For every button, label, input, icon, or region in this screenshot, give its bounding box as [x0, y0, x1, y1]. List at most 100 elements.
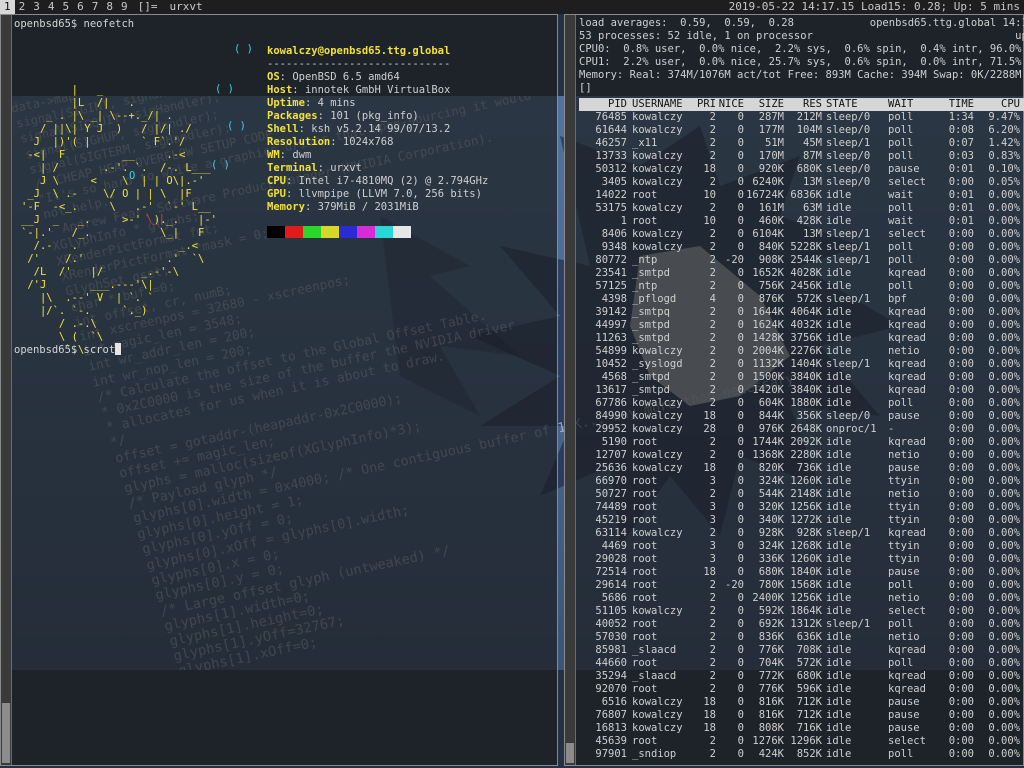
- table-cell: 0:00: [948, 670, 974, 682]
- table-row: 53175 kowalczy 2 0 161M 63M idle poll 0:01 0.00%f…: [579, 202, 1024, 215]
- table-cell: poll: [888, 241, 914, 253]
- sysinfo-label: Memory: [267, 201, 305, 213]
- table-cell: idle: [826, 267, 852, 279]
- terminal-window-right[interactable]: load averages: 0.59, 0.59, 0.28 openbsd6…: [564, 14, 1024, 766]
- table-cell: 0: [737, 670, 744, 682]
- table-cell: 57125: [595, 280, 627, 292]
- logo-line: / .-.\: [21, 318, 97, 330]
- table-cell: 0: [737, 150, 744, 162]
- table-cell: 0:00: [948, 579, 974, 591]
- tag-4[interactable]: 4: [44, 0, 59, 14]
- table-cell: 2: [709, 254, 716, 266]
- table-cell: 0.00%: [988, 709, 1020, 721]
- table-cell: 3840K: [790, 371, 822, 383]
- table-cell: fire: [1020, 202, 1024, 215]
- tag-9[interactable]: 9: [117, 0, 132, 14]
- table-cell: 18: [703, 722, 716, 734]
- layout-indicator[interactable]: []=: [132, 0, 164, 14]
- table-row: 63114 kowalczy 2 0 928K 928K sleep/1 kqread 0:00…: [579, 527, 1024, 540]
- logo-bubble: ( ): [227, 120, 246, 132]
- top-summary-line: Memory: Real: 374M/1076M act/tot Free: 8…: [579, 69, 1022, 81]
- table-cell: 104M: [796, 124, 822, 136]
- table-cell: 0: [737, 280, 744, 292]
- table-cell: idle: [826, 488, 852, 500]
- table-cell: 544K: [758, 488, 784, 500]
- table-cell: 592K: [758, 605, 784, 617]
- table-cell: 2456K: [790, 280, 822, 292]
- table-cell: sleep/0: [826, 124, 871, 136]
- table-cell: 0: [737, 644, 744, 656]
- color-swatch: [393, 226, 411, 238]
- table-cell: 0.00%: [988, 488, 1020, 500]
- table-cell: idle: [826, 514, 852, 526]
- scrollbar[interactable]: [1, 15, 12, 765]
- table-cell: kqread: [888, 332, 926, 344]
- table-cell: root: [632, 566, 658, 578]
- sysinfo-value: 4 mins: [317, 97, 356, 109]
- table-cell: select: [888, 228, 926, 240]
- table-cell: 0:00: [948, 618, 974, 630]
- table-cell: select: [888, 605, 926, 617]
- tag-6[interactable]: 6: [73, 0, 88, 14]
- sysinfo-row: OS: OpenBSD 6.5 amd64: [267, 71, 488, 84]
- prompt-line[interactable]: openbsd65$ scrot: [14, 343, 122, 357]
- scrollbar-thumb[interactable]: [2, 703, 10, 763]
- table-cell: 6.20%: [988, 124, 1020, 136]
- table-row: 25636 kowalczy 18 0 820K 736K idle pause 0:00 0.0…: [579, 462, 1024, 475]
- table-cell: 324K: [758, 475, 784, 487]
- tag-7[interactable]: 7: [88, 0, 103, 14]
- tag-5[interactable]: 5: [59, 0, 74, 14]
- table-cell: 680K: [758, 566, 784, 578]
- table-cell: 0:00: [948, 384, 974, 396]
- table-cell: 0:01: [948, 163, 974, 175]
- table-cell: 424K: [758, 748, 784, 760]
- tag-8[interactable]: 8: [102, 0, 117, 14]
- table-cell: 0.00%: [988, 215, 1020, 227]
- terminal-window-left[interactable]: openbsd65$ neofetch | _ |L /| . _ . |\ _…: [0, 14, 558, 766]
- top-summary-line: 53 processes: 52 idle, 1 on processor up…: [579, 30, 1024, 42]
- table-cell: sleep/1: [826, 254, 871, 266]
- table-cell: 76485: [595, 111, 627, 123]
- sysinfo-label: Uptime: [267, 97, 305, 109]
- table-row: 23541 _smtpd 2 0 1652K 4028K idle kqread 0:00 0.0…: [579, 267, 1024, 280]
- table-row: 29614 root 2 -20 780K 1568K idle poll 0:00 0.00%n…: [579, 579, 1024, 592]
- tag-3[interactable]: 3: [29, 0, 44, 14]
- table-cell: 0: [737, 241, 744, 253]
- table-cell: 0: [737, 436, 744, 448]
- table-cell: idle: [826, 280, 852, 292]
- table-cell: 0.00%: [988, 254, 1020, 266]
- table-cell: wait: [888, 215, 914, 227]
- table-cell: 2: [709, 748, 716, 760]
- table-row: 40052 root 2 0 692K 1312K sleep/1 poll 0:00 0.00%…: [579, 618, 1024, 631]
- table-cell: 0: [737, 345, 744, 357]
- logo-line: | / .-'. `. /-. L___: [21, 162, 211, 174]
- logo-line: |\ .--' V | `. `: [21, 292, 154, 304]
- table-cell: ttyin: [888, 553, 920, 565]
- table-cell: 0:08: [948, 124, 974, 136]
- table-row: 14022 root 10 0 16724K 6836K idle wait 0:01 0.00%…: [579, 189, 1024, 202]
- scrollbar[interactable]: [565, 15, 576, 765]
- table-cell: poll: [888, 137, 914, 149]
- tag-1[interactable]: 1: [0, 0, 15, 14]
- sysinfo-row: Resolution: 1024x768: [267, 136, 488, 149]
- table-row: 35294 _slaacd 2 0 772K 680K idle kqread 0:00 0.00…: [579, 670, 1024, 683]
- logo-line: _J \ .- \/ O | | \ |F: [21, 188, 192, 200]
- table-cell: 18: [703, 163, 716, 175]
- table-cell: 0: [737, 735, 744, 747]
- table-cell: root: [632, 735, 658, 747]
- table-cell: 0:00: [948, 397, 974, 409]
- table-cell: 0:00: [948, 371, 974, 383]
- table-cell: sleep/1: [826, 137, 871, 149]
- logo-line: [21, 71, 147, 84]
- table-cell: 50312: [595, 163, 627, 175]
- table-cell: 2: [709, 241, 716, 253]
- table-cell: poll: [888, 618, 914, 630]
- table-cell: 4028K: [790, 267, 822, 279]
- table-cell: 604K: [758, 397, 784, 409]
- table-cell: 776K: [758, 644, 784, 656]
- table-row: 5686 root 2 0 2400K 1256K idle netio 0:00 0.00%Xo…: [579, 592, 1024, 605]
- scrollbar-thumb[interactable]: [566, 743, 574, 763]
- table-cell: 844K: [758, 410, 784, 422]
- tag-2[interactable]: 2: [15, 0, 30, 14]
- table-cell: 2: [709, 527, 716, 539]
